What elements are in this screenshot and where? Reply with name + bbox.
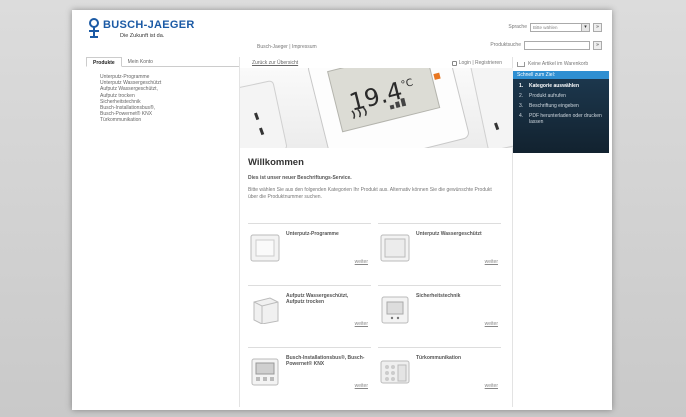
- tile-more-link[interactable]: weiter: [355, 259, 368, 265]
- thermostat-hero-image: 19.4 °C: [240, 68, 513, 148]
- quick-steps-header: Schnell zum Ziel:: [513, 71, 609, 79]
- page-shell: BUSCH-JAEGER Die Zukunft ist da. Busch-J…: [72, 10, 612, 410]
- tile-more-link[interactable]: weiter: [355, 383, 368, 389]
- top-link-busch-jaeger[interactable]: Busch-Jaeger: [257, 44, 288, 50]
- language-selector: Sprache Bitte wählen ▾ »: [508, 22, 602, 32]
- security-device-icon: [381, 296, 409, 324]
- product-search-input[interactable]: [524, 40, 590, 50]
- language-select-value: Bitte wählen: [533, 24, 558, 30]
- tile-title: Sicherheitstechnik: [416, 293, 461, 299]
- language-label: Sprache: [508, 24, 527, 30]
- category-tile[interactable]: Unterputz Wassergeschützt weiter: [378, 223, 501, 283]
- hero-banner: 19.4 °C: [240, 68, 513, 148]
- step-number: 3.: [519, 103, 524, 109]
- login-register-link[interactable]: Login | Registrieren: [451, 60, 502, 66]
- busch-jaeger-logo-icon: [89, 18, 99, 38]
- intro-text: Bitte wählen Sie aus den folgenden Kateg…: [248, 187, 492, 200]
- top-link-impressum[interactable]: Impressum: [292, 44, 317, 50]
- surface-mounted-box-icon: [253, 297, 279, 324]
- tile-title: Unterputz-Programme: [286, 231, 339, 237]
- step-label: Beschriftung eingeben: [529, 103, 579, 109]
- flush-switch-icon: [250, 234, 280, 262]
- quick-steps-panel: Schnell zum Ziel: 1. Kategorie auswählen…: [513, 71, 609, 153]
- step-number: 1.: [519, 83, 524, 89]
- language-select[interactable]: Bitte wählen ▾: [530, 22, 590, 32]
- step-item: 1. Kategorie auswählen: [519, 83, 603, 89]
- step-item: 4. PDF herunterladen oder drucken lassen: [519, 113, 603, 125]
- main-content: Zurück zur Übersicht Login | Registriere…: [240, 57, 513, 407]
- step-item: 2. Produkt aufrufen: [519, 93, 603, 99]
- tab-produkte[interactable]: Produkte: [86, 57, 122, 67]
- top-links: Busch-Jaeger | Impressum: [257, 44, 317, 50]
- page-title: Willkommen: [248, 157, 304, 168]
- category-tile[interactable]: Busch-Installationsbus®, Busch-Powernet®…: [248, 347, 371, 407]
- tile-more-link[interactable]: weiter: [485, 321, 498, 327]
- category-list: Unterputz-Programme Unterputz Wassergesc…: [86, 74, 239, 124]
- chevron-down-icon: ▾: [581, 23, 589, 31]
- back-to-overview-link[interactable]: Zurück zur Übersicht: [252, 60, 298, 66]
- language-go-button[interactable]: »: [593, 22, 602, 32]
- left-sidebar: Produkte Mein Konto Unterputz-Programme …: [86, 57, 240, 407]
- tile-more-link[interactable]: weiter: [485, 383, 498, 389]
- category-item[interactable]: Türkommunikation: [100, 117, 239, 123]
- right-sidebar: Keine Artikel im Warenkorb Schnell zum Z…: [513, 57, 609, 407]
- page-subtitle: Dies ist unser neuer Beschriftungs-Servi…: [248, 175, 352, 181]
- step-item: 3. Beschriftung eingeben: [519, 103, 603, 109]
- brand-logo[interactable]: BUSCH-JAEGER Die Zukunft ist da.: [88, 18, 198, 42]
- step-label: Kategorie auswählen: [529, 83, 580, 89]
- product-search-button[interactable]: »: [593, 40, 602, 50]
- category-tile[interactable]: Aufputz Wassergeschützt, Aufputz trocken…: [248, 285, 371, 345]
- door-intercom-icon: [380, 360, 410, 384]
- sidebar-tabs: Produkte Mein Konto: [86, 57, 239, 67]
- tile-title: Busch-Installationsbus®, Busch-Powernet®…: [286, 355, 365, 368]
- category-tile[interactable]: Sicherheitstechnik weiter: [378, 285, 501, 345]
- tile-title: Aufputz Wassergeschützt, Aufputz trocken: [286, 293, 349, 306]
- tile-more-link[interactable]: weiter: [355, 321, 368, 327]
- brand-tagline: Die Zukunft ist da.: [120, 33, 165, 39]
- cart-status[interactable]: Keine Artikel im Warenkorb: [513, 57, 609, 68]
- cart-text: Keine Artikel im Warenkorb: [528, 61, 589, 67]
- lock-icon: [451, 60, 457, 66]
- site-header: BUSCH-JAEGER Die Zukunft ist da. Busch-J…: [72, 10, 612, 57]
- tile-title: Unterputz Wassergeschützt: [416, 231, 482, 237]
- step-number: 4.: [519, 113, 524, 119]
- product-search-label: Produktsuche: [490, 42, 521, 48]
- tile-more-link[interactable]: weiter: [485, 259, 498, 265]
- welcome-section: Willkommen Dies ist unser neuer Beschrif…: [248, 157, 506, 200]
- step-label: Produkt aufrufen: [529, 93, 566, 99]
- category-tile[interactable]: Unterputz-Programme weiter: [248, 223, 371, 283]
- product-search: Produktsuche »: [490, 40, 602, 50]
- waterproof-switch-icon: [380, 234, 410, 262]
- tile-title: Türkommunikation: [416, 355, 462, 361]
- quick-steps-list: 1. Kategorie auswählen 2. Produkt aufruf…: [513, 79, 609, 125]
- step-number: 2.: [519, 93, 524, 99]
- brand-name: BUSCH-JAEGER: [103, 19, 195, 31]
- category-tile[interactable]: Türkommunikation weiter: [378, 347, 501, 407]
- login-register-label: Login | Registrieren: [458, 60, 502, 66]
- tab-mein-konto[interactable]: Mein Konto: [122, 57, 159, 66]
- step-label: PDF herunterladen oder drucken lassen: [529, 113, 602, 125]
- knx-panel-icon: [251, 358, 279, 386]
- shopping-cart-icon: [517, 61, 525, 67]
